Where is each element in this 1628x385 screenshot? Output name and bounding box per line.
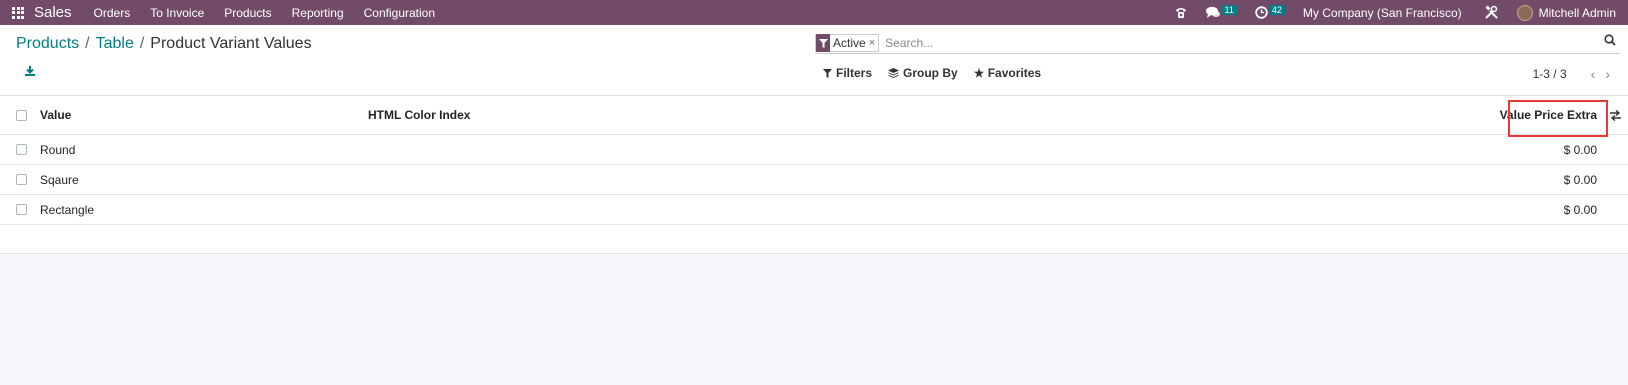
highlight-annotation [1508, 100, 1608, 137]
pager-value[interactable]: 1-3 / 3 [1533, 67, 1567, 81]
column-header-html-color-index[interactable]: HTML Color Index [368, 96, 470, 134]
search-icon[interactable] [1604, 34, 1616, 49]
favorites-label: Favorites [987, 66, 1042, 80]
optional-columns-toggle-icon[interactable] [1610, 109, 1621, 124]
filter-icon [823, 68, 832, 78]
breadcrumb: Products / Table / Product Variant Values [16, 35, 312, 52]
facet-label: Active [833, 36, 866, 50]
layers-icon [888, 68, 900, 78]
pager-previous-button[interactable]: ‹ [1591, 66, 1596, 82]
row-checkbox[interactable] [16, 174, 27, 185]
breadcrumb-products[interactable]: Products [16, 35, 79, 52]
table-row[interactable]: Rectangle $ 0.00 [0, 195, 1628, 225]
table-row[interactable]: Sqaure $ 0.00 [0, 165, 1628, 195]
messages-count-badge: 11 [1221, 4, 1237, 15]
search-bar: Active × [815, 33, 1620, 54]
messages-icon[interactable]: 11 [1205, 4, 1237, 19]
group-by-label: Group By [903, 66, 958, 80]
cell-value-price-extra: $ 0.00 [1563, 172, 1597, 187]
apps-menu-icon[interactable] [12, 6, 24, 19]
list-view: Value HTML Color Index Value Price Extra… [0, 96, 1628, 254]
select-all-checkbox[interactable] [16, 110, 27, 121]
pager-next-button[interactable]: › [1605, 66, 1610, 82]
filter-facet-icon [816, 34, 830, 52]
cell-value: Round [40, 142, 76, 157]
cell-value-price-extra: $ 0.00 [1563, 142, 1597, 157]
menu-to-invoice[interactable]: To Invoice [150, 6, 204, 20]
favorites-button[interactable]: Favorites [973, 66, 1042, 80]
download-icon [25, 66, 35, 76]
pager: 1-3 / 3 ‹ › [1533, 66, 1610, 82]
control-panel: Products / Table / Product Variant Values Ac… [0, 25, 1628, 96]
cell-value: Rectangle [40, 202, 95, 217]
menu-reporting[interactable]: Reporting [292, 6, 344, 20]
search-facet-active: Active × [815, 34, 880, 52]
page-title: Product Variant Values [150, 35, 312, 52]
activity-clock-icon[interactable]: 42 [1255, 4, 1285, 19]
table-header: Value HTML Color Index Value Price Extra [0, 96, 1628, 137]
menu-configuration[interactable]: Configuration [364, 6, 435, 20]
phone-icon[interactable] [1174, 6, 1188, 20]
facet-remove-icon[interactable]: × [869, 37, 878, 49]
column-header-value[interactable]: Value [40, 96, 71, 134]
user-menu[interactable]: Mitchell Admin [1539, 6, 1616, 20]
company-switcher[interactable]: My Company (San Francisco) [1303, 6, 1462, 20]
cell-value-price-extra: $ 0.00 [1563, 202, 1597, 217]
debug-tools-icon[interactable] [1484, 5, 1499, 20]
filters-label: Filters [836, 66, 873, 80]
menu-products[interactable]: Products [224, 6, 271, 20]
search-options: Filters Group By Favorites [823, 66, 1057, 80]
table-footer [0, 225, 1628, 254]
activities-count-badge: 42 [1268, 4, 1285, 15]
group-by-button[interactable]: Group By [888, 66, 958, 80]
table-row[interactable]: Round $ 0.00 [0, 135, 1628, 165]
export-button[interactable] [24, 65, 36, 80]
breadcrumb-table[interactable]: Table [96, 35, 134, 52]
menu-orders[interactable]: Orders [94, 6, 131, 20]
star-icon [973, 68, 984, 78]
user-avatar[interactable] [1516, 4, 1533, 21]
filters-button[interactable]: Filters [823, 66, 872, 80]
cell-value: Sqaure [40, 172, 79, 187]
app-name[interactable]: Sales [34, 4, 72, 21]
row-checkbox[interactable] [16, 144, 27, 155]
search-input[interactable] [883, 35, 1620, 51]
row-checkbox[interactable] [16, 204, 27, 215]
top-navbar: Sales Orders To Invoice Products Reporti… [0, 0, 1628, 25]
